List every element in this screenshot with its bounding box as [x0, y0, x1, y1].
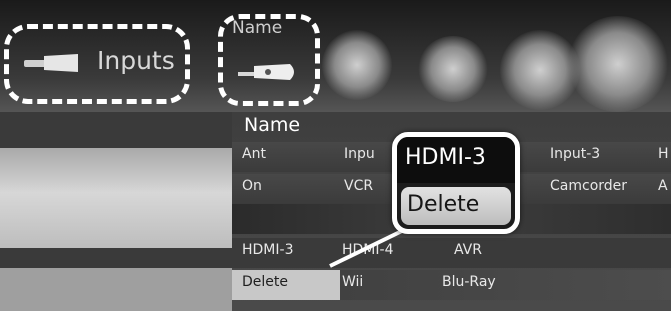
input-name-cell[interactable]: Blu-Ray — [442, 274, 496, 290]
input-name-cell[interactable]: HDMI-4 — [342, 242, 393, 258]
decorative-blob — [418, 36, 488, 102]
input-name-cell[interactable]: Wii — [342, 274, 363, 290]
decorative-blob — [322, 30, 392, 100]
callout-zoom-panel: HDMI-3 Delete — [392, 132, 520, 234]
input-name-cell[interactable]: H — [658, 146, 669, 162]
callout-selected-value: HDMI-3 — [397, 137, 515, 183]
input-name-cell[interactable]: Camcorder — [550, 178, 627, 194]
input-name-cell[interactable]: HDMI-3 — [242, 242, 293, 258]
inputs-label: Inputs — [97, 46, 175, 75]
decorative-blob — [568, 16, 668, 112]
input-name-cell[interactable]: A — [658, 178, 668, 194]
input-name-cell[interactable]: On — [242, 178, 262, 194]
left-panel-footer — [0, 268, 232, 311]
delete-option-button[interactable]: Delete — [401, 187, 511, 225]
input-name-cell[interactable]: Inpu — [344, 146, 375, 162]
input-row: HDMI-3 HDMI-4 AVR — [232, 238, 671, 268]
input-name-cell[interactable]: AVR — [454, 242, 482, 258]
name-tag-icon — [238, 64, 294, 80]
input-name-cell[interactable]: Ant — [242, 146, 266, 162]
input-name-cell[interactable]: Input-3 — [550, 146, 600, 162]
input-row: Delete Wii Blu-Ray — [232, 270, 671, 300]
tv-input-settings-screen: Inputs Name Name Ant Inpu Input-3 H On V… — [0, 0, 671, 311]
input-plug-icon — [24, 54, 78, 72]
section-title: Name — [244, 114, 301, 136]
name-caption: Name — [232, 18, 283, 38]
delete-cell[interactable]: Delete — [242, 274, 288, 290]
left-panel-band — [0, 148, 232, 248]
input-name-cell[interactable]: VCR — [344, 178, 373, 194]
